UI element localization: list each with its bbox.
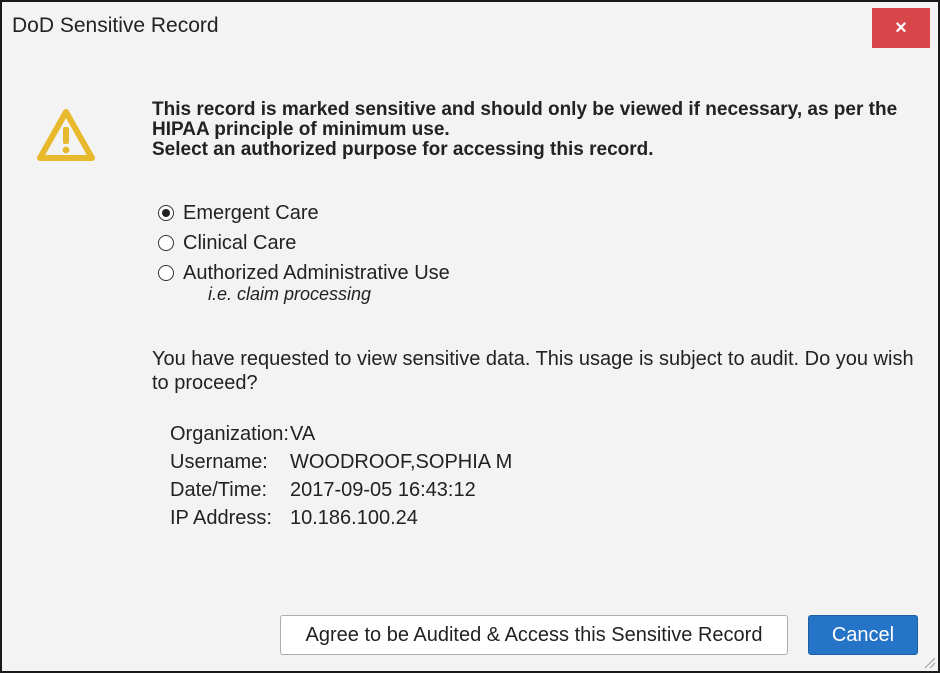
purpose-option-label: Clinical Care [183,231,297,254]
info-label: Username: [170,450,268,473]
audit-info-row-datetime: Date/Time: 2017-09-05 16:43:12 [170,476,512,504]
info-label: Organization: [170,422,289,445]
resize-grip-icon[interactable] [920,653,936,669]
audit-info-row-organization: Organization: VA [170,420,512,448]
info-value: VA [290,422,316,445]
warning-line-3: Select an authorized purpose for accessi… [152,139,654,160]
dialog-titlebar[interactable]: DoD Sensitive Record × [2,2,938,52]
radio-unselected-icon[interactable] [158,265,174,281]
purpose-radio-group: Emergent Care Clinical Care Authorized A… [158,198,450,305]
audit-info-row-ip-address: IP Address: 10.186.100.24 [170,504,512,532]
dialog-title: DoD Sensitive Record [12,14,219,37]
purpose-option-label: Emergent Care [183,201,319,224]
info-label: IP Address: [170,506,272,529]
purpose-option-hint: i.e. claim processing [208,284,372,304]
purpose-option-emergent-care[interactable]: Emergent Care [158,198,450,228]
radio-selected-icon[interactable] [158,205,174,221]
agree-access-button[interactable]: Agree to be Audited & Access this Sensit… [280,615,788,655]
warning-triangle-icon [37,109,95,161]
info-label: Date/Time: [170,478,268,501]
audit-info-row-username: Username: WOODROOF,SOPHIA M [170,448,512,476]
info-value: WOODROOF,SOPHIA M [290,450,513,473]
cancel-button[interactable]: Cancel [808,615,918,655]
warning-line-2: HIPAA principle of minimum use. [152,119,450,140]
warning-message: This record is marked sensitive and shou… [152,100,912,160]
info-value: 2017-09-05 16:43:12 [290,478,476,501]
info-value: 10.186.100.24 [290,506,418,529]
warning-line-1: This record is marked sensitive and shou… [152,99,898,120]
radio-unselected-icon[interactable] [158,235,174,251]
close-button[interactable]: × [872,8,930,48]
purpose-option-clinical-care[interactable]: Clinical Care [158,228,450,258]
audit-notice: You have requested to view sensitive dat… [152,348,914,394]
audit-info-list: Organization: VA Username: WOODROOF,SOPH… [170,420,512,532]
dod-sensitive-record-dialog: DoD Sensitive Record × This record is ma… [0,0,940,673]
purpose-option-label: Authorized Administrative Use [183,261,450,284]
